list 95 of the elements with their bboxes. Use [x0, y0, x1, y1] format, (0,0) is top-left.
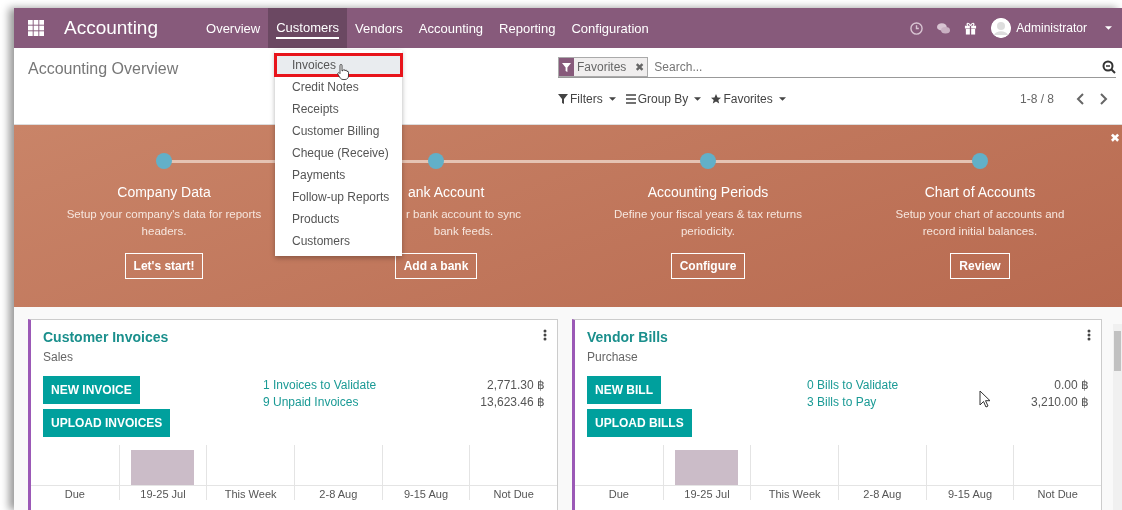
- dropdown-item[interactable]: Cheque (Receive): [275, 142, 402, 164]
- amount-label: 2,771.30 ฿: [485, 378, 545, 392]
- menu-item[interactable]: Reporting: [491, 8, 564, 48]
- chat-icon[interactable]: [937, 21, 951, 35]
- mouse-pointer-icon: [979, 390, 991, 408]
- amount-label: 13,623.46 ฿: [479, 395, 545, 409]
- step-button[interactable]: Add a bank: [394, 253, 478, 279]
- step-title: Chart of Accounts: [924, 184, 1036, 200]
- more-options-icon[interactable]: [1087, 329, 1091, 341]
- graph-label: Due: [608, 488, 629, 500]
- journal-link[interactable]: 1 Invoices to Validate: [263, 378, 455, 392]
- step-button[interactable]: Let's start!: [124, 253, 204, 279]
- avatar-icon: [991, 18, 1012, 38]
- action-button[interactable]: NEW INVOICE: [43, 376, 140, 404]
- filter-icon: [558, 94, 568, 104]
- hand-cursor-icon: [337, 64, 349, 80]
- journal-link[interactable]: 0 Bills to Validate: [807, 378, 999, 392]
- star-icon: [711, 94, 722, 104]
- step-title: Accounting Periods: [647, 184, 769, 200]
- search-input[interactable]: Search...: [648, 60, 1102, 74]
- list-icon: [625, 94, 636, 104]
- search-facet[interactable]: Favorites ✖: [558, 57, 649, 77]
- journal-link[interactable]: 3 Bills to Pay: [807, 395, 999, 409]
- menu-item[interactable]: Customers: [268, 8, 348, 48]
- action-button[interactable]: UPLOAD INVOICES: [43, 409, 171, 437]
- app-title: Accounting: [64, 17, 158, 39]
- next-icon[interactable]: [1100, 93, 1108, 105]
- graph-label: Not Due: [1037, 488, 1078, 500]
- step-button[interactable]: Configure: [670, 253, 746, 279]
- search-option-dropdown[interactable]: Filters: [558, 92, 616, 106]
- step-title: Company Data: [117, 184, 211, 200]
- graph-label: 9-15 Aug: [947, 488, 992, 500]
- more-options-icon[interactable]: [543, 329, 547, 341]
- graph-label: This Week: [768, 488, 821, 500]
- menu-item[interactable]: Vendors: [347, 8, 411, 48]
- graph-label: Not Due: [493, 488, 534, 500]
- step-description: Setup your company's data for reports headers.: [65, 207, 263, 239]
- facet-label: Favorites: [576, 60, 628, 74]
- step-title: ank Account: [408, 184, 485, 200]
- dropdown-item[interactable]: Receipts: [275, 98, 402, 120]
- graph-label: 9-15 Aug: [403, 488, 448, 500]
- menu-item[interactable]: Configuration: [563, 8, 657, 48]
- journal-title[interactable]: Customer Invoices: [43, 329, 557, 345]
- close-button[interactable]: ✖: [1110, 131, 1120, 145]
- caret-icon: [694, 97, 702, 101]
- journal-title[interactable]: Vendor Bills: [587, 329, 1101, 345]
- graph-label: 19-25 Jul: [684, 488, 730, 500]
- dropdown-item[interactable]: Invoices: [275, 54, 402, 76]
- dropdown-item[interactable]: Follow-up Reports: [275, 186, 402, 208]
- caret-icon: [778, 97, 786, 101]
- dropdown-item[interactable]: Credit Notes: [275, 76, 402, 98]
- graph-label: 2-8 Aug: [319, 488, 358, 500]
- remove-facet-button[interactable]: ✖: [629, 59, 648, 75]
- menu-item[interactable]: Overview: [198, 8, 269, 48]
- clock-icon[interactable]: [910, 21, 924, 35]
- graph-label: 2-8 Aug: [863, 488, 902, 500]
- breadcrumb: Accounting Overview: [28, 60, 179, 78]
- action-button[interactable]: NEW BILL: [587, 376, 661, 404]
- dropdown-item[interactable]: Products: [275, 208, 402, 230]
- journal-type: Purchase: [587, 350, 639, 364]
- graph-bar: [675, 450, 739, 485]
- step-button[interactable]: Review: [950, 253, 1010, 279]
- caret-icon: [608, 97, 616, 101]
- step-description: r bank account to sync bank feeds.: [406, 207, 522, 239]
- graph-label: This Week: [224, 488, 277, 500]
- step-dot: [972, 153, 988, 169]
- graph-label: Due: [64, 488, 85, 500]
- graph-bar: [131, 450, 195, 485]
- filter-icon: [562, 62, 571, 72]
- action-button[interactable]: UPLOAD BILLS: [587, 409, 692, 437]
- dropdown-item[interactable]: Payments: [275, 164, 402, 186]
- step-dot: [700, 153, 716, 169]
- amount-label: 0.00 ฿: [1053, 378, 1089, 392]
- menu-item[interactable]: Accounting: [410, 8, 492, 48]
- amount-label: 3,210.00 ฿: [1029, 395, 1089, 409]
- step-description: Setup your chart of accounts and record initial balances.: [894, 207, 1066, 239]
- scrollbar[interactable]: [1113, 324, 1122, 510]
- step-description: Define your fiscal years & tax returns periodicity.: [613, 207, 803, 239]
- apps-menu-icon[interactable]: [28, 20, 44, 36]
- search-option-dropdown[interactable]: Group By: [625, 92, 702, 106]
- caret-icon: [1105, 26, 1112, 30]
- search-option-dropdown[interactable]: Favorites: [711, 92, 786, 106]
- dropdown-item[interactable]: Customers: [275, 230, 402, 252]
- gift-icon[interactable]: [964, 21, 978, 35]
- search-icon[interactable]: [1102, 60, 1116, 74]
- pager-label: 1-8 / 8: [1019, 92, 1054, 106]
- dropdown-item[interactable]: Customer Billing: [275, 120, 402, 142]
- journal-link[interactable]: 9 Unpaid Invoices: [263, 395, 455, 409]
- journal-type: Sales: [43, 350, 75, 364]
- step-dot: [156, 153, 172, 169]
- scrollbar-thumb[interactable]: [1114, 331, 1121, 371]
- user-menu[interactable]: Administrator: [991, 18, 1087, 38]
- step-dot: [428, 153, 444, 169]
- graph-label: 19-25 Jul: [140, 488, 186, 500]
- previous-icon[interactable]: [1076, 93, 1084, 105]
